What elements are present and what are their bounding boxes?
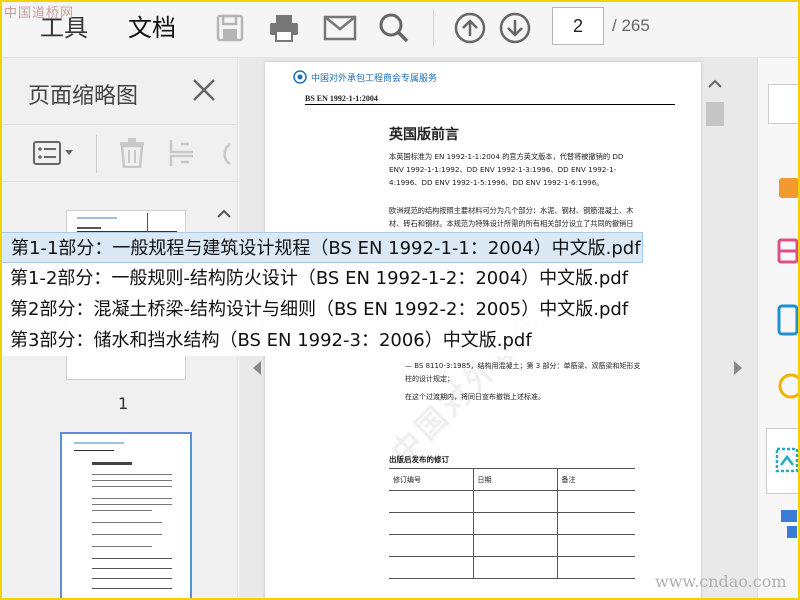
toolbar-divider [433,10,434,46]
thumb-line [92,462,132,465]
scrollbar-thumb[interactable] [706,102,724,126]
sidebar-divider [96,135,97,173]
thumb-line [92,474,172,475]
print-icon[interactable] [266,10,302,46]
thumb-line [92,578,172,579]
thumb-line [92,546,152,547]
close-icon[interactable] [190,76,218,104]
thumb-line [92,522,162,523]
protect-tool-icon[interactable] [769,506,799,538]
panel-tab[interactable] [768,84,800,124]
thumbnail-page-number: 1 [118,394,129,413]
next-page-arrow-icon[interactable] [733,360,743,379]
table-header: 修订编号 [389,468,473,491]
file-list-item[interactable]: 第3部分：储水和挡水结构（BS EN 1992-3：2006）中文版.pdf [0,325,643,356]
table-row [389,512,635,535]
right-tool-panel [757,58,800,600]
table-header: 日期 [472,468,557,491]
email-icon[interactable] [322,10,358,46]
thumbnail-options-icon[interactable] [30,137,78,169]
file-list-item[interactable]: 第1-2部分：一般规则-结构防火设计（BS EN 1992-1-2：2004）中… [0,263,643,294]
edit-tool-icon[interactable] [769,304,799,336]
compress-tool-icon[interactable] [766,428,800,494]
comment-tool-icon[interactable] [769,372,800,402]
thumb-line [92,486,172,487]
extract-page-icon[interactable] [164,137,200,169]
amendments-table: 修订编号 日期 备注 [389,468,635,579]
document-scrollbar[interactable] [703,76,727,600]
thumb-line [92,480,172,481]
thumb-line [92,498,172,499]
thumb-line [92,568,172,569]
thumb-line [92,588,172,589]
sidebar-title: 页面缩略图 [28,84,139,109]
previous-page-arrow-icon[interactable] [252,360,262,379]
thumb-line [74,442,124,444]
page-thumbnail-2-selected[interactable] [60,432,192,600]
amendments-heading: 出版后发布的修订 [389,455,449,464]
thumb-line [92,534,162,535]
page-number-input[interactable]: 2 [552,7,604,45]
file-list: 第1-1部分：一般规程与建筑设计规程（BS EN 1992-1-1：2004）中… [0,232,643,356]
page-total: / 265 [612,16,650,35]
watermark-bottom: www.cndao.com [655,572,787,591]
paragraph-1: 本英国标准为 EN 1992-1-1:2004 的官方英文版本，代替将被撤销的 … [389,152,624,187]
file-list-item-selected[interactable]: 第1-1部分：一般规程与建筑设计规程（BS EN 1992-1-1：2004）中… [0,232,643,263]
export-tool-icon[interactable] [769,172,799,202]
scroll-up-icon[interactable] [703,76,727,92]
tab-document[interactable]: 文档 [128,8,176,43]
thumb-line [74,450,114,451]
table-header-row: 修订编号 日期 备注 [389,468,635,491]
table-row [389,534,635,557]
thumb-line [92,504,172,505]
rotate-icon[interactable] [212,137,232,169]
page-header-text: 中国对外承包工程商会专属服务 [311,73,438,84]
save-icon[interactable] [212,10,248,46]
scroll-up-icon[interactable] [214,207,234,221]
page-header: 中国对外承包工程商会专属服务 [293,70,437,84]
organization-logo-icon [293,70,307,84]
organize-tool-icon[interactable] [769,236,799,266]
table-row [389,490,635,513]
watermark-top: 中国道桥网 [4,6,75,21]
thumb-line [77,217,117,219]
table-header: 备注 [556,468,635,491]
table-row [389,556,635,579]
list-item: — BS 8110-3:1985，结构用混凝土；第 3 部分：单筋梁、双筋梁和矩… [405,362,641,383]
standard-code: BS EN 1992-1-1:2004 [305,94,378,103]
note-text: 在这个过渡期内，将同日宣布撤销上述标准。 [405,393,545,401]
thumb-line [92,510,152,511]
thumb-line [92,558,172,559]
sidebar-toolbar [0,124,238,182]
previous-page-icon[interactable] [452,10,488,46]
next-page-icon[interactable] [497,10,533,46]
search-icon[interactable] [376,10,412,46]
main-toolbar: 工具 文档 2 / 265 [0,0,800,58]
header-rule [305,104,675,105]
thumb-line [77,227,101,229]
file-list-item[interactable]: 第2部分：混凝土桥梁-结构设计与细则（BS EN 1992-2：2005）中文版… [0,294,643,325]
page-title: 英国版前言 [389,127,459,143]
delete-page-icon[interactable] [114,137,150,169]
